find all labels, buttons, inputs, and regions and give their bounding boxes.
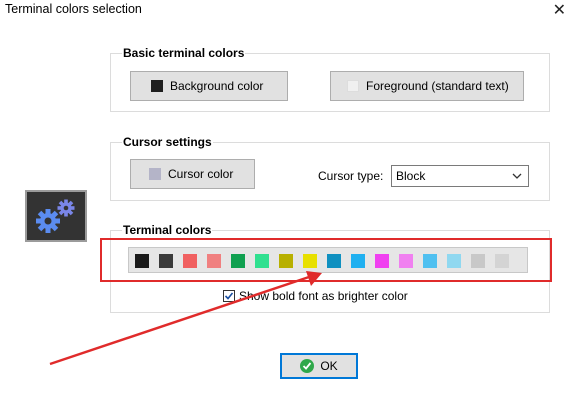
ok-check-icon xyxy=(300,359,315,373)
ok-button[interactable]: OK xyxy=(280,353,358,379)
ok-label: OK xyxy=(320,359,338,373)
annotation-arrow xyxy=(49,271,322,366)
